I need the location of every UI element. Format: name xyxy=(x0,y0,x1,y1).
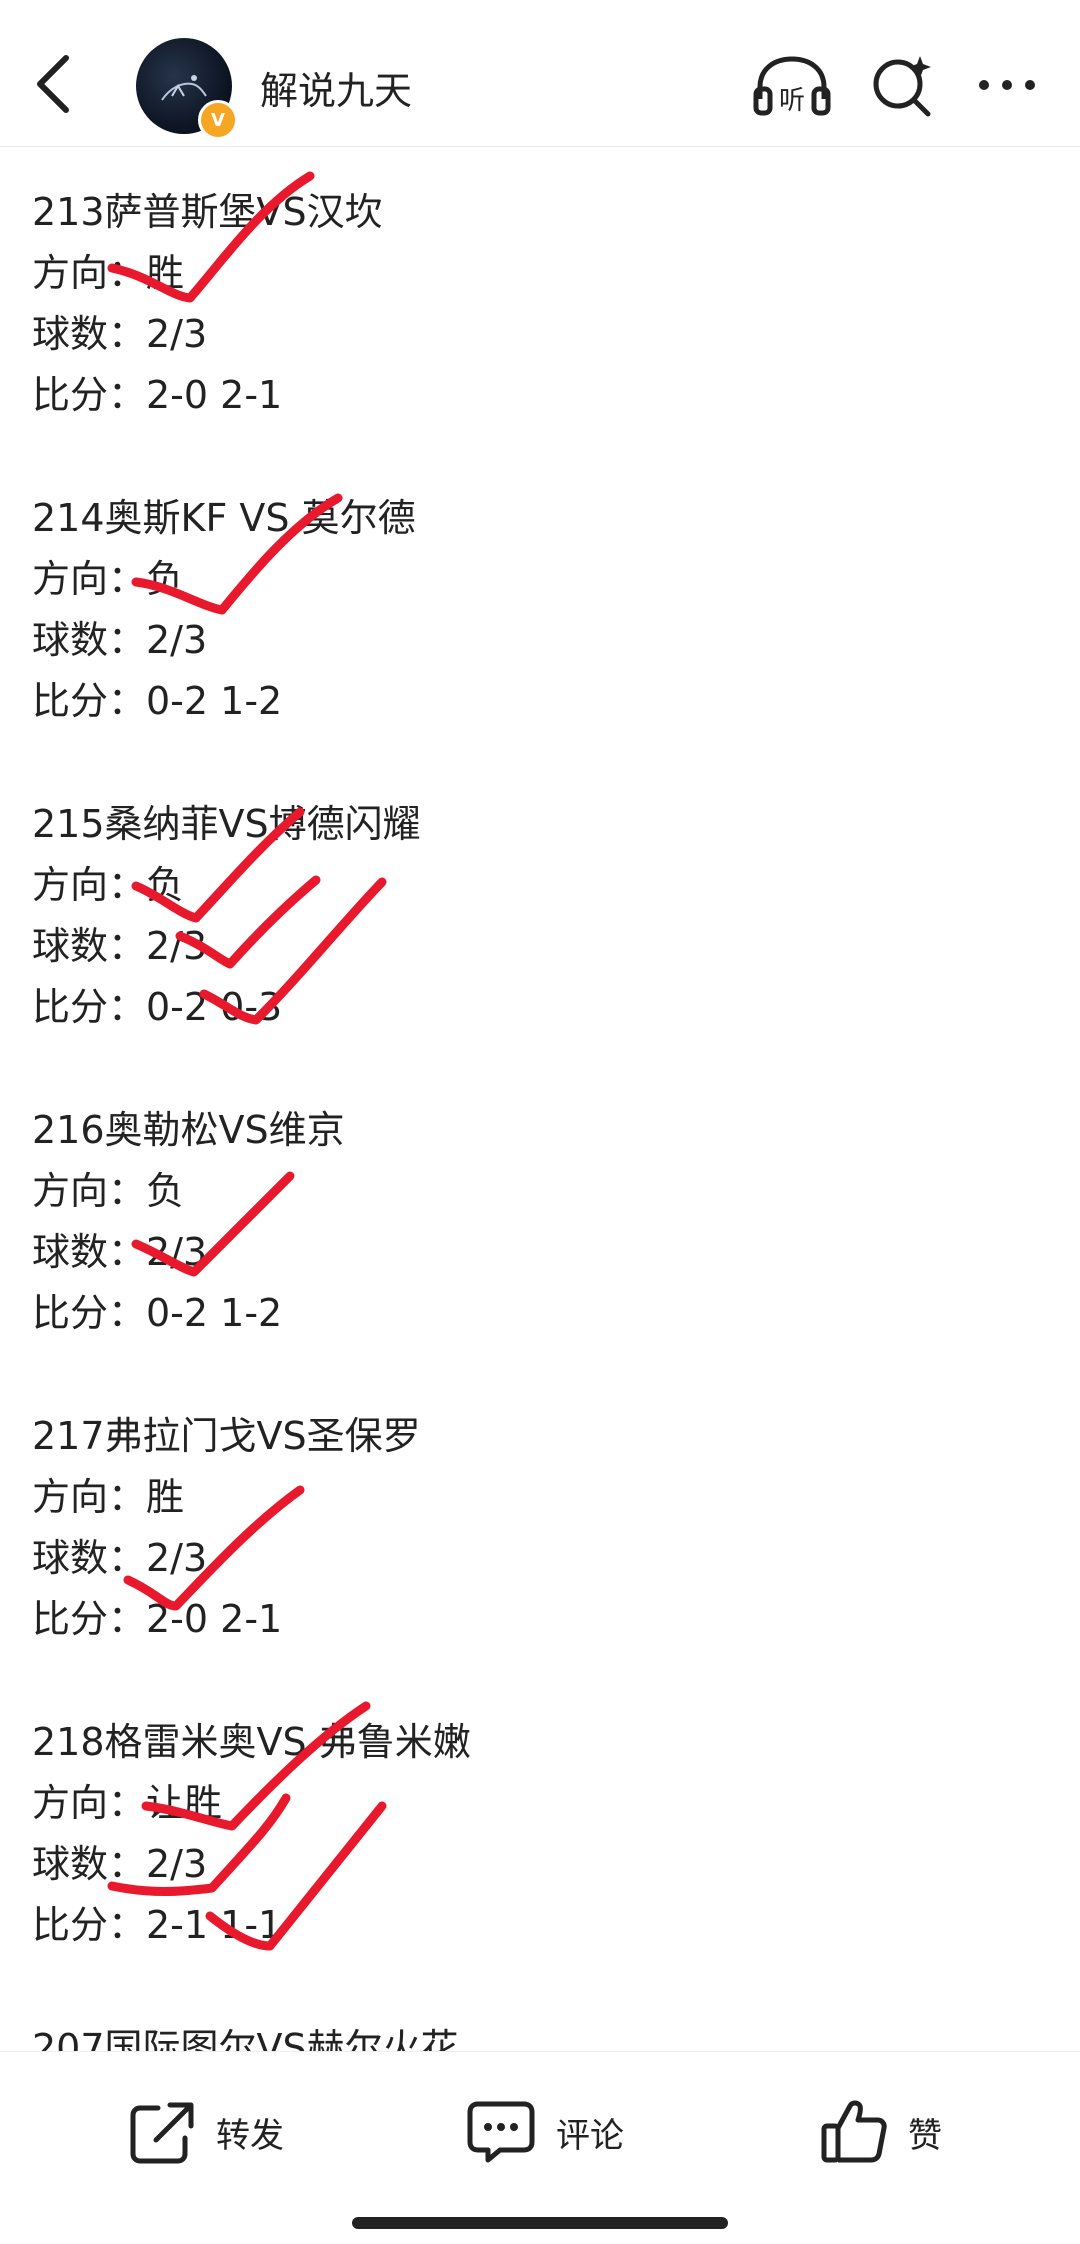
match-block: 217弗拉门戈VS圣保罗 方向：胜 球数：2/3 比分：2-0 2-1 xyxy=(32,1406,421,1650)
match-goals: 球数：2/3 xyxy=(32,1842,208,1886)
like-button[interactable]: 赞 xyxy=(820,2096,942,2168)
repost-icon xyxy=(130,2102,194,2164)
comment-button[interactable]: 评论 xyxy=(466,2096,624,2168)
match-title: 215桑纳菲VS博德闪耀 xyxy=(32,802,421,846)
match-title: 216奥勒松VS维京 xyxy=(32,1108,345,1152)
match-goals: 球数：2/3 xyxy=(32,312,208,356)
match-score: 比分：0-2 1-2 xyxy=(32,679,283,723)
match-score: 比分：2-0 2-1 xyxy=(32,373,283,417)
match-goals: 球数：2/3 xyxy=(32,924,208,968)
match-direction: 方向：负 xyxy=(32,863,185,907)
match-block: 214奥斯KF VS 莫尔德 方向：负 球数：2/3 比分：0-2 1-2 xyxy=(32,488,416,732)
match-block: 218格雷米奥VS 弗鲁米嫩 方向：让胜 球数：2/3 比分：2-1 1-1 xyxy=(32,1712,471,1956)
match-block: 207国际图尔VS赫尔火花 xyxy=(32,2018,459,2051)
repost-label: 转发 xyxy=(216,2115,284,2156)
post-content: 213萨普斯堡VS汉坎 方向：胜 球数：2/3 比分：2-0 2-1 214奥斯… xyxy=(0,146,1080,2051)
match-direction: 方向：让胜 xyxy=(32,1781,223,1825)
match-goals: 球数：2/3 xyxy=(32,618,208,662)
match-direction: 方向：胜 xyxy=(32,1475,185,1519)
match-direction: 方向：负 xyxy=(32,557,185,601)
bottom-action-bar: 转发 评论 赞 xyxy=(0,2051,1080,2244)
headphones-icon[interactable]: 听 xyxy=(752,55,832,117)
match-score: 比分：0-2 0-3 xyxy=(32,985,283,1029)
match-title: 218格雷米奥VS 弗鲁米嫩 xyxy=(32,1720,471,1764)
match-block: 215桑纳菲VS博德闪耀 方向：负 球数：2/3 比分：0-2 0-3 xyxy=(32,794,421,1038)
username[interactable]: 解说九天 xyxy=(260,60,412,115)
match-score: 比分：2-1 1-1 xyxy=(32,1903,283,1947)
avatar[interactable]: V xyxy=(136,38,238,140)
thumbs-up-icon xyxy=(821,2100,887,2163)
match-title: 213萨普斯堡VS汉坎 xyxy=(32,190,383,234)
listen-label: 听 xyxy=(779,86,805,116)
top-bar: V 解说九天 听 xyxy=(0,0,1080,147)
match-block: 213萨普斯堡VS汉坎 方向：胜 球数：2/3 比分：2-0 2-1 xyxy=(32,182,383,426)
match-title: 207国际图尔VS赫尔火花 xyxy=(32,2026,459,2051)
match-goals: 球数：2/3 xyxy=(32,1230,208,1274)
comment-icon xyxy=(467,2101,535,2163)
match-title: 217弗拉门戈VS圣保罗 xyxy=(32,1414,421,1458)
verified-badge: V xyxy=(198,100,238,140)
search-sparkle-icon[interactable] xyxy=(870,54,934,118)
match-direction: 方向：负 xyxy=(32,1169,185,1213)
repost-button[interactable]: 转发 xyxy=(128,2096,284,2168)
match-score: 比分：0-2 1-2 xyxy=(32,1291,283,1335)
home-indicator[interactable] xyxy=(352,2217,728,2229)
match-block: 216奥勒松VS维京 方向：负 球数：2/3 比分：0-2 1-2 xyxy=(32,1100,345,1344)
like-label: 赞 xyxy=(908,2115,942,2156)
match-score: 比分：2-0 2-1 xyxy=(32,1597,283,1641)
back-chevron-icon[interactable] xyxy=(30,52,80,116)
more-icon[interactable] xyxy=(976,72,1038,98)
match-goals: 球数：2/3 xyxy=(32,1536,208,1580)
match-title: 214奥斯KF VS 莫尔德 xyxy=(32,496,416,540)
match-direction: 方向：胜 xyxy=(32,251,185,295)
comment-label: 评论 xyxy=(556,2115,624,2156)
